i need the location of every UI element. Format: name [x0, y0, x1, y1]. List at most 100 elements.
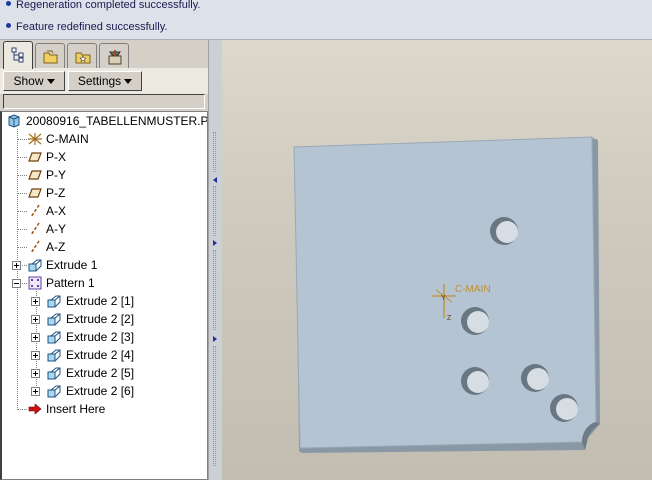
message-text: Regeneration completed successfully.: [16, 0, 201, 11]
splitter-grip: [213, 250, 216, 330]
extrude-icon: [47, 331, 61, 344]
chevron-down-icon: [124, 79, 133, 84]
message-area: Regeneration completed successfully. Fea…: [0, 0, 652, 40]
tree-item-label: Extrude 2 [5]: [66, 366, 135, 380]
show-menu-button[interactable]: Show: [3, 71, 65, 91]
graphics-window[interactable]: C-MAIN Y Z: [222, 40, 652, 480]
favorites-icon: [75, 52, 91, 64]
tree-item-label: A-Z: [46, 240, 66, 254]
message-bullet-icon: [6, 23, 11, 28]
settings-menu-label: Settings: [77, 74, 122, 88]
extrude-icon: [47, 313, 61, 326]
tree-item-a-y[interactable]: A-Y: [2, 220, 207, 238]
datum-plane-icon: [28, 152, 42, 162]
tree-item-a-x[interactable]: A-X: [2, 202, 207, 220]
tree-item-a-z[interactable]: A-Z: [2, 238, 207, 256]
expand-toggle[interactable]: [12, 261, 21, 270]
tree-item-label: Extrude 2 [2]: [66, 312, 135, 326]
hole-2: [461, 307, 489, 335]
extrude-icon: [47, 367, 61, 380]
extrude-icon: [47, 385, 61, 398]
hole-4: [521, 364, 549, 392]
splitter-grip: [213, 186, 216, 236]
tree-item-extrude-2-1[interactable]: Extrude 2 [1]: [2, 292, 207, 310]
extrude-icon: [47, 349, 61, 362]
navigator-tabs: [0, 40, 210, 69]
tree-item-label: Extrude 1: [46, 258, 98, 272]
tree-item-extrude-2-3[interactable]: Extrude 2 [3]: [2, 328, 207, 346]
tree-item-extrude-2-5[interactable]: Extrude 2 [5]: [2, 364, 207, 382]
tab-folder-browser[interactable]: [35, 43, 65, 68]
panel-splitter[interactable]: [208, 40, 222, 480]
tree-item-label: Extrude 2 [6]: [66, 384, 135, 398]
tree-root-item[interactable]: 20080916_TABELLENMUSTER.PRT: [2, 112, 207, 130]
message-text: Feature redefined successfully.: [16, 21, 168, 33]
tree-item-label: P-X: [46, 150, 67, 164]
datum-plane-icon: [28, 170, 42, 180]
datum-axis-icon: [30, 204, 40, 218]
csys-label: C-MAIN: [455, 284, 491, 295]
model-tree[interactable]: 20080916_TABELLENMUSTER.PRT C-MAIN P-X P…: [0, 111, 208, 480]
tree-item-pattern-1[interactable]: Pattern 1: [2, 274, 207, 292]
tree-item-label: Extrude 2 [3]: [66, 330, 135, 344]
hole-5: [550, 394, 578, 422]
message-line: Feature redefined successfully.: [6, 19, 167, 35]
tree-item-label: A-Y: [46, 222, 67, 236]
tab-favorites[interactable]: [67, 43, 97, 68]
expand-toggle[interactable]: [31, 351, 40, 360]
show-menu-label: Show: [13, 74, 44, 88]
tab-connections[interactable]: [99, 43, 129, 68]
extrude-icon: [47, 295, 61, 308]
folder-browser-icon: [43, 50, 58, 64]
tree-item-label: A-X: [46, 204, 67, 218]
expand-toggle[interactable]: [31, 333, 40, 342]
message-line: Regeneration completed successfully.: [6, 0, 200, 13]
plate-face: [293, 136, 597, 449]
tree-item-label: P-Y: [46, 168, 67, 182]
insert-arrow-icon: [28, 403, 42, 415]
expand-toggle[interactable]: [31, 387, 40, 396]
model-tree-icon: [11, 47, 24, 63]
tree-item-extrude-2-2[interactable]: Extrude 2 [2]: [2, 310, 207, 328]
collapse-left-icon[interactable]: [213, 177, 217, 183]
tree-item-label: Extrude 2 [4]: [66, 348, 135, 362]
tree-item-label: C-MAIN: [46, 132, 89, 146]
datum-axis-icon: [30, 222, 40, 236]
csys-axis-y-label: Y: [441, 295, 446, 302]
tree-item-label: Extrude 2 [1]: [66, 294, 135, 308]
settings-menu-button[interactable]: Settings: [68, 71, 142, 91]
tree-item-label: Pattern 1: [46, 276, 95, 290]
tree-item-p-x[interactable]: P-X: [2, 148, 207, 166]
expand-toggle[interactable]: [31, 369, 40, 378]
part-icon: [8, 114, 20, 128]
extrude-icon: [28, 259, 42, 272]
expand-toggle[interactable]: [31, 297, 40, 306]
datum-plane-icon: [28, 188, 42, 198]
hole-3: [461, 367, 489, 395]
expand-right-icon[interactable]: [213, 336, 217, 342]
pattern-icon: [28, 276, 42, 290]
tree-item-p-z[interactable]: P-Z: [2, 184, 207, 202]
connections-icon: [108, 50, 122, 65]
tree-item-p-y[interactable]: P-Y: [2, 166, 207, 184]
collapse-toggle[interactable]: [12, 279, 21, 288]
coordinate-system-icon: [28, 133, 42, 145]
tree-item-extrude-1[interactable]: Extrude 1: [2, 256, 207, 274]
tab-model-tree[interactable]: [3, 41, 33, 69]
splitter-grip: [213, 346, 216, 466]
expand-right-icon[interactable]: [213, 240, 217, 246]
tree-item-insert-here[interactable]: Insert Here: [2, 400, 207, 418]
expand-toggle[interactable]: [31, 315, 40, 324]
tree-item-label: Insert Here: [46, 402, 106, 416]
chevron-down-icon: [46, 79, 55, 84]
datum-axis-icon: [30, 240, 40, 254]
tree-item-c-main[interactable]: C-MAIN: [2, 130, 207, 148]
tree-item-label: P-Z: [46, 186, 66, 200]
navigator-menu-bar: Show Settings: [0, 68, 210, 94]
tree-item-extrude-2-6[interactable]: Extrude 2 [6]: [2, 382, 207, 400]
csys-axis-z-label: Z: [447, 315, 452, 322]
model-viewport: C-MAIN Y Z: [293, 136, 600, 453]
splitter-grip: [213, 132, 216, 172]
tree-filter-field[interactable]: [3, 94, 205, 109]
tree-item-extrude-2-4[interactable]: Extrude 2 [4]: [2, 346, 207, 364]
